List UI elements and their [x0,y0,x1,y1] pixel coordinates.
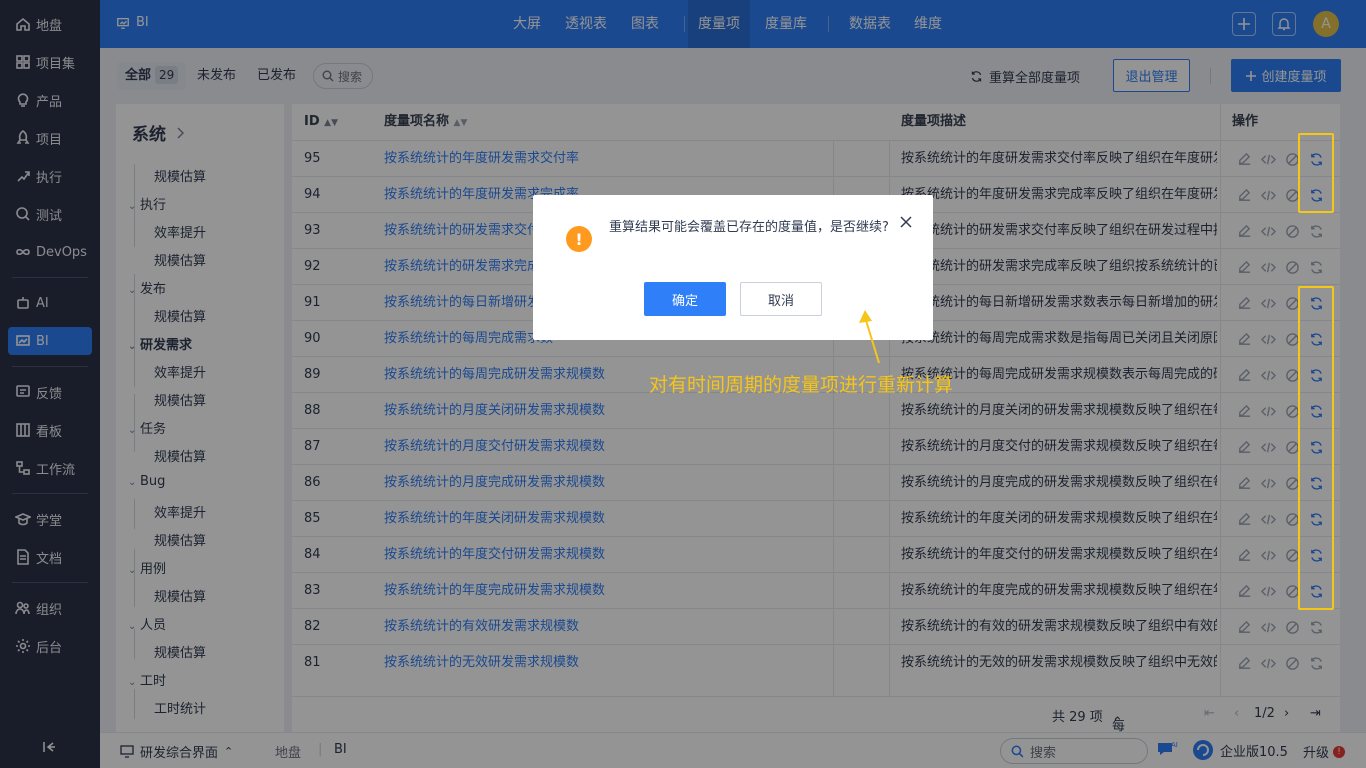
cancel-button[interactable]: 取消 [740,282,822,316]
arrow-icon [859,310,880,364]
highlight-box [1298,286,1334,610]
highlight-box [1298,133,1334,213]
dialog-message: 重算结果可能会覆盖已存在的度量值，是否继续? [609,220,889,235]
warning-icon: ! [566,226,592,252]
close-icon[interactable] [899,215,913,229]
confirm-button[interactable]: 确定 [644,282,726,316]
annotation-text: 对有时间周期的度量项进行重新计算 [649,374,954,396]
